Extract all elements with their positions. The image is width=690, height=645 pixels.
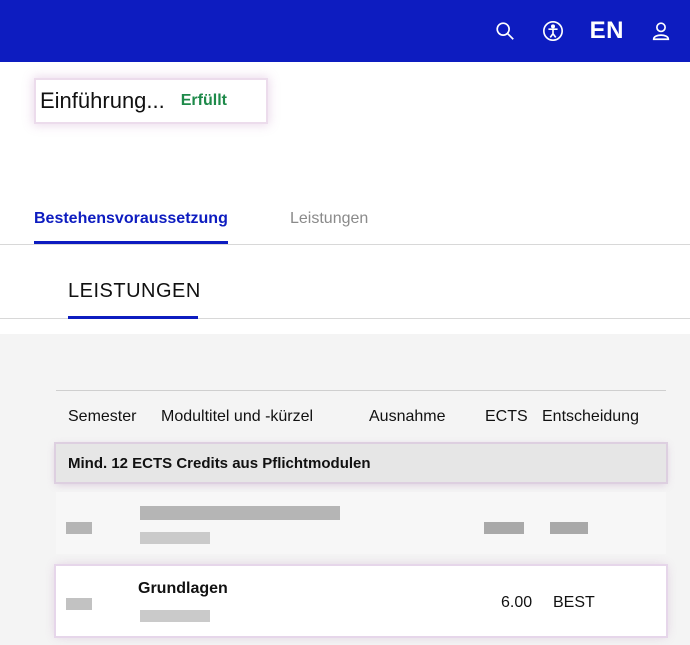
section-header: LEISTUNGEN: [0, 262, 690, 319]
results-table: Semester Modultitel und -kürzel Ausnahme…: [0, 334, 690, 645]
ects-cell: 6.00: [501, 594, 533, 611]
column-header-module-title: Modultitel und -kürzel: [161, 408, 314, 425]
table-top-divider: [56, 390, 666, 391]
module-title: Einführung...: [40, 88, 165, 113]
column-header-exception: Ausnahme: [369, 408, 446, 425]
decision-placeholder: [550, 522, 588, 534]
accessibility-icon[interactable]: [542, 20, 564, 42]
column-header-ects: ECTS: [485, 408, 528, 425]
semester-placeholder: [66, 598, 92, 610]
code-placeholder: [140, 532, 210, 544]
user-icon[interactable]: [650, 20, 672, 42]
top-actions: EN: [494, 0, 672, 62]
tab-leistungen[interactable]: Leistungen: [290, 210, 368, 228]
semester-placeholder: [66, 522, 92, 534]
language-toggle[interactable]: EN: [590, 17, 624, 45]
table-row-placeholder[interactable]: [56, 492, 666, 554]
column-header-decision: Entscheidung: [542, 408, 639, 425]
main-content: Einführung... Erfüllt Bestehensvorausset…: [0, 62, 690, 645]
column-header-semester: Semester: [68, 408, 137, 425]
top-navigation-bar: EN: [0, 0, 690, 62]
status-summary-card[interactable]: Einführung... Erfüllt: [36, 80, 266, 122]
tab-bestehensvoraussetzung[interactable]: Bestehensvoraussetzung: [34, 210, 228, 244]
ects-placeholder: [484, 522, 524, 534]
title-placeholder: [140, 506, 340, 520]
table-row[interactable]: Grundlagen 6.00 BEST: [56, 566, 666, 636]
decision-cell: BEST: [553, 594, 595, 611]
section-title: LEISTUNGEN: [68, 280, 201, 302]
module-title-cell: Grundlagen: [138, 580, 228, 597]
section-title-underline: [68, 316, 198, 319]
code-placeholder: [140, 610, 210, 622]
status-badge: Erfüllt: [180, 92, 227, 109]
group-label: Mind. 12 ECTS Credits aus Pflichtmodulen: [68, 454, 371, 472]
tab-bar: Bestehensvoraussetzung Leistungen: [0, 202, 690, 245]
group-row[interactable]: Mind. 12 ECTS Credits aus Pflichtmodulen: [56, 444, 666, 482]
search-icon[interactable]: [494, 20, 516, 42]
